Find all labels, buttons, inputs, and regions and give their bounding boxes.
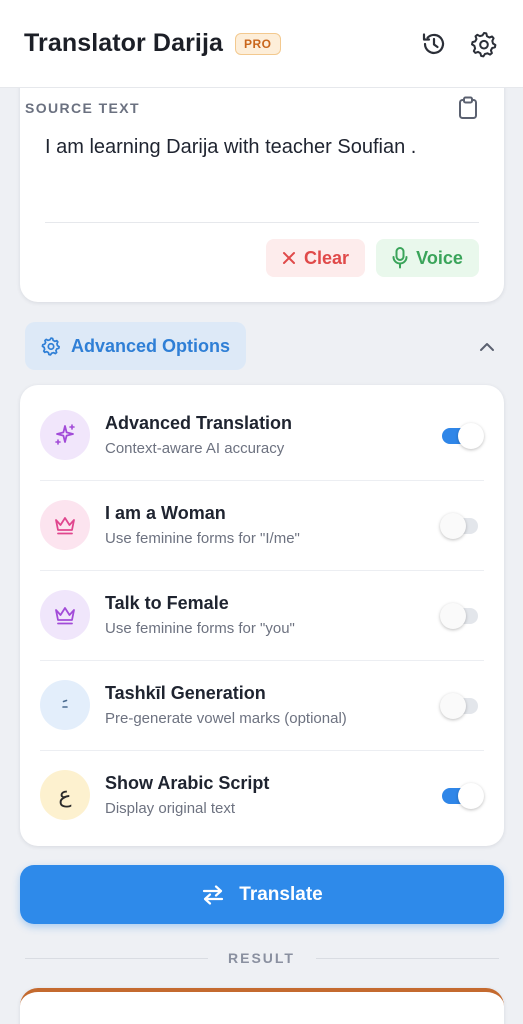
advanced-options-toggle[interactable]: Advanced Options [25, 322, 246, 370]
source-text-input[interactable]: I am learning Darija with teacher Soufia… [45, 136, 416, 159]
settings-button[interactable] [469, 29, 499, 59]
clear-button[interactable]: Clear [266, 239, 365, 277]
crown-icon [40, 500, 90, 550]
option-show-arabic-script[interactable]: ع Show Arabic Script Display original te… [40, 750, 484, 840]
option-subtitle: Use feminine forms for "you" [105, 620, 295, 637]
arabic-letter-icon: ع [40, 770, 90, 820]
app-title: Translator Darija [24, 29, 224, 57]
advanced-translation-toggle[interactable] [442, 423, 484, 449]
option-title: I am a Woman [105, 503, 226, 523]
option-advanced-translation[interactable]: Advanced Translation Context-aware AI ac… [40, 390, 484, 480]
option-subtitle: Display original text [105, 800, 236, 817]
voice-button[interactable]: Voice [376, 239, 479, 277]
crown-icon [40, 590, 90, 640]
swap-arrows-icon [203, 884, 224, 905]
source-divider [45, 222, 479, 223]
result-label: RESULT [228, 950, 295, 966]
i-am-a-woman-toggle[interactable] [440, 513, 484, 539]
option-subtitle: Use feminine forms for "I/me" [105, 530, 300, 547]
option-title: Tashkīl Generation [105, 683, 266, 703]
option-subtitle: Pre-generate vowel marks (optional) [105, 710, 347, 727]
option-title: Talk to Female [105, 593, 229, 613]
pro-badge: PRO [235, 32, 281, 55]
option-tashkil-generation[interactable]: Tashkīl Generation Pre-generate vowel ma… [40, 660, 484, 750]
option-i-am-a-woman[interactable]: I am a Woman Use feminine forms for "I/m… [40, 480, 484, 570]
clear-button-label: Clear [303, 247, 350, 268]
tashkil-generation-toggle[interactable] [440, 693, 484, 719]
gear-icon [41, 337, 60, 356]
advanced-options-card: Advanced Translation Context-aware AI ac… [20, 385, 504, 846]
advanced-options-label: Advanced Options [71, 335, 231, 356]
history-icon [422, 32, 445, 54]
microphone-icon [392, 247, 408, 269]
gear-icon [471, 31, 497, 57]
option-subtitle: Context-aware AI accuracy [105, 440, 285, 457]
close-icon [282, 252, 295, 264]
sparkles-icon [40, 410, 90, 460]
option-title: Show Arabic Script [105, 773, 270, 793]
history-button[interactable] [419, 29, 449, 59]
option-talk-to-female[interactable]: Talk to Female Use feminine forms for "y… [40, 570, 484, 660]
app-root: SOURCE TEXT I am learning Darija with te… [0, 0, 523, 1024]
header-actions [419, 29, 499, 59]
chevron-up-icon[interactable] [476, 336, 498, 358]
talk-to-female-toggle[interactable] [440, 603, 484, 629]
tashkil-icon [40, 680, 90, 730]
translate-button[interactable]: Translate [20, 865, 504, 924]
app-header: Translator Darija PRO [0, 0, 523, 88]
translate-button-label: Translate [239, 883, 323, 905]
voice-button-label: Voice [416, 247, 463, 268]
source-label: SOURCE TEXT [25, 100, 140, 116]
show-arabic-script-toggle[interactable] [442, 783, 484, 809]
result-card [20, 988, 504, 1024]
option-title: Advanced Translation [105, 413, 293, 433]
clipboard-icon[interactable] [457, 96, 479, 120]
